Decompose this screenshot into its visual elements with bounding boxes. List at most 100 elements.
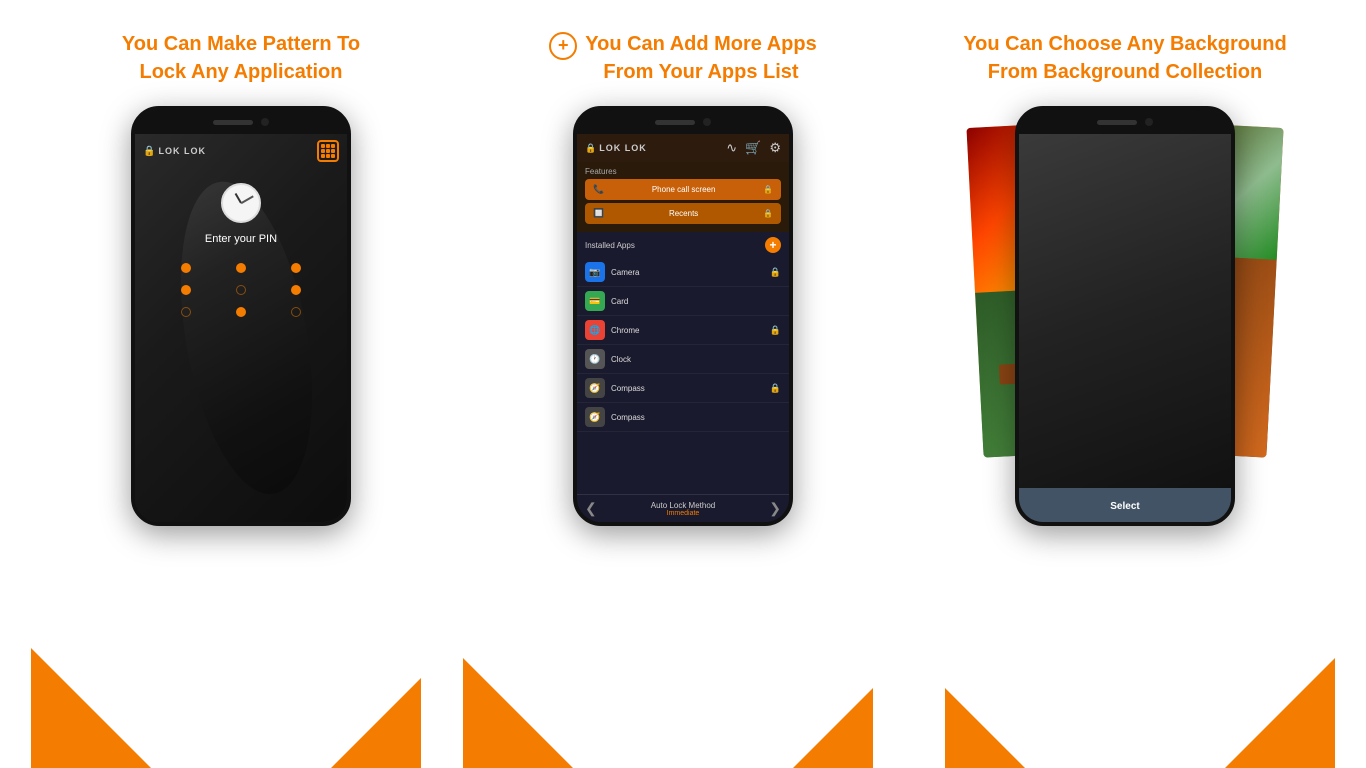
- phone-speaker-1: [213, 120, 253, 125]
- compass-name-1: Compass: [611, 384, 645, 393]
- features-label: Features: [585, 167, 781, 176]
- triangle-decoration-left-2: [463, 658, 573, 768]
- feature-phone-call: Phone call screen: [652, 185, 716, 194]
- phone-camera-3: [1145, 118, 1153, 126]
- app-item-left-5: 🧭 Compass: [585, 378, 645, 398]
- compass-lock-1: 🔒: [770, 383, 781, 394]
- settings-icon: ⚙: [769, 140, 781, 156]
- app-item-left-6: 🧭 Compass: [585, 407, 645, 427]
- feature-title-2: + You Can Add More Apps From Your Apps L…: [549, 30, 816, 86]
- bg-chooser-screen: Select: [1019, 134, 1231, 522]
- installed-label: Installed Apps: [585, 241, 635, 250]
- pin-dot-7: [181, 307, 191, 317]
- phone-camera-1: [261, 118, 269, 126]
- phone-screen-2: 🔒 LOK LOK ∿ 🛒 ⚙ Features 📞: [577, 134, 789, 522]
- clock-icon: 🕐: [585, 349, 605, 369]
- app-logo-1: 🔒 LOK LOK: [143, 146, 206, 157]
- feature-item-2: 🔲 Recents 🔒: [585, 203, 781, 224]
- chevron-left-icon[interactable]: ❮: [585, 500, 597, 517]
- compass-icon-2: 🧭: [585, 407, 605, 427]
- main-container: You Can Make Pattern To Lock Any Applica…: [0, 0, 1366, 768]
- compass-name-2: Compass: [611, 413, 645, 422]
- app-list-item-clock: 🕐 Clock: [577, 345, 789, 374]
- pin-dot-2: [236, 263, 246, 273]
- app-list-item-camera: 📷 Camera 🔒: [577, 258, 789, 287]
- pin-dot-4: [181, 285, 191, 295]
- phone-2: 🔒 LOK LOK ∿ 🛒 ⚙ Features 📞: [573, 106, 793, 526]
- title-with-icon: + You Can Add More Apps From Your Apps L…: [549, 30, 816, 86]
- app-name-1: LOK LOK: [158, 146, 206, 156]
- pin-dots: [135, 263, 347, 317]
- app-list-item-compass1: 🧭 Compass 🔒: [577, 374, 789, 403]
- lock-screen: 🔒 LOK LOK: [135, 134, 347, 522]
- bottom-bar: ❮ Auto Lock Method Immediate ❯: [577, 494, 789, 522]
- triangle-decoration-left-3: [945, 688, 1025, 768]
- card-name: Card: [611, 297, 628, 306]
- pin-dot-5: [236, 285, 246, 295]
- phone-3: Select: [1015, 106, 1235, 526]
- pin-dot-6: [291, 285, 301, 295]
- grid-icon: [317, 140, 339, 162]
- triangle-decoration-right-1: [331, 678, 421, 768]
- pin-dot-1: [181, 263, 191, 273]
- clock-face: [221, 183, 261, 223]
- cart-icon: 🛒: [745, 140, 761, 156]
- clock-widget: [221, 183, 261, 223]
- camera-lock: 🔒: [770, 267, 781, 278]
- auto-lock-info: Auto Lock Method Immediate: [651, 501, 715, 517]
- phone-speaker-2: [655, 120, 695, 125]
- camera-icon: 📷: [585, 262, 605, 282]
- app-screen-header: 🔒 LOK LOK ∿ 🛒 ⚙: [577, 134, 789, 162]
- phone-1: 🔒 LOK LOK: [131, 106, 351, 526]
- phone-camera-2: [703, 118, 711, 126]
- lock-icon: 🔒: [143, 146, 155, 157]
- phone-top-bar-1: [135, 110, 347, 134]
- card-icon: 💳: [585, 291, 605, 311]
- plus-circle-icon: +: [549, 32, 577, 60]
- triangle-decoration-left-1: [31, 648, 151, 768]
- chrome-icon: 🌐: [585, 320, 605, 340]
- features-section: Features 📞 Phone call screen 🔒 🔲 Recents…: [577, 162, 789, 232]
- app-list-item-compass2: 🧭 Compass: [577, 403, 789, 432]
- chevron-right-icon[interactable]: ❯: [769, 500, 781, 517]
- auto-lock-label: Auto Lock Method: [651, 501, 715, 510]
- pin-prompt: Enter your PIN: [205, 233, 277, 245]
- camera-name: Camera: [611, 268, 639, 277]
- clock-minute-hand: [241, 195, 254, 203]
- bg-select-bar: Select: [1019, 488, 1231, 522]
- add-app-button[interactable]: +: [765, 237, 781, 253]
- triangle-decoration-right-3: [1225, 658, 1335, 768]
- phone-screen-1: 🔒 LOK LOK: [135, 134, 347, 522]
- feature-item-1: 📞 Phone call screen 🔒: [585, 179, 781, 200]
- feature-column-1: You Can Make Pattern To Lock Any Applica…: [31, 30, 451, 768]
- feature-title-3: You Can Choose Any Background From Backg…: [963, 30, 1286, 86]
- clock-name: Clock: [611, 355, 631, 364]
- bg-main-leaf: [1019, 134, 1231, 488]
- select-button-label[interactable]: Select: [1110, 501, 1139, 512]
- feature-lock-2: 🔒: [763, 209, 773, 218]
- app-item-left-3: 🌐 Chrome: [585, 320, 639, 340]
- chrome-name: Chrome: [611, 326, 639, 335]
- lock-icon-2: 🔒: [585, 143, 596, 154]
- installed-apps-section: Installed Apps + 📷 Camera 🔒: [577, 232, 789, 494]
- lock-header: 🔒 LOK LOK: [135, 134, 347, 168]
- bg-leaf-center: [1019, 134, 1231, 488]
- phone-screen-3: Select: [1019, 134, 1231, 522]
- pin-dot-8: [236, 307, 246, 317]
- phone-speaker-3: [1097, 120, 1137, 125]
- share-icon: ∿: [726, 140, 737, 156]
- app-item-left-2: 💳 Card: [585, 291, 628, 311]
- feature-lock-1: 🔒: [763, 185, 773, 194]
- app-list-item-card: 💳 Card: [577, 287, 789, 316]
- app-item-left-1: 📷 Camera: [585, 262, 639, 282]
- phone-3-wrapper: Select: [1015, 106, 1235, 526]
- feature-recents: Recents: [669, 209, 698, 218]
- feature-column-3: You Can Choose Any Background From Backg…: [915, 30, 1335, 768]
- installed-label-row: Installed Apps +: [577, 232, 789, 258]
- app-logo-2: 🔒 LOK LOK: [585, 143, 647, 154]
- triangle-decoration-right-2: [793, 688, 873, 768]
- feature-title-1: You Can Make Pattern To Lock Any Applica…: [122, 30, 360, 86]
- phone-top-bar-2: [577, 110, 789, 134]
- app-list-item-chrome: 🌐 Chrome 🔒: [577, 316, 789, 345]
- app-name-2: LOK LOK: [599, 143, 647, 153]
